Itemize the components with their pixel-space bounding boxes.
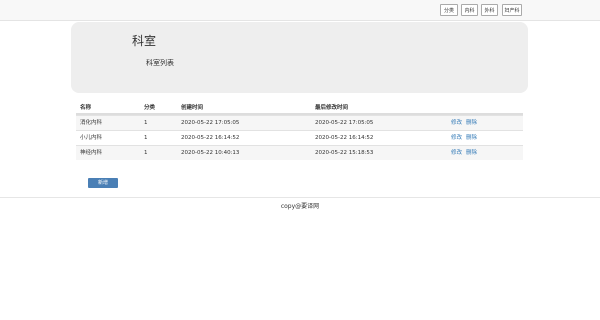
column-header-modified: 最后修改时间 (315, 105, 349, 111)
row-actions: 修改 删除 (451, 146, 481, 160)
footer-copyright: copy@要译网 (280, 203, 320, 210)
cell-category: 1 (144, 135, 148, 141)
cell-modified: 2020-05-22 17:05:05 (315, 120, 374, 126)
edit-link[interactable]: 修改 (451, 135, 462, 141)
delete-link[interactable]: 删除 (466, 150, 477, 156)
footer-divider (0, 197, 600, 198)
cell-name: 小儿内科 (80, 135, 103, 141)
cell-created: 2020-05-22 16:14:52 (181, 135, 240, 141)
table-row: 消化内科 1 2020-05-22 17:05:05 2020-05-22 17… (76, 115, 523, 130)
delete-link[interactable]: 删除 (466, 120, 477, 126)
cell-modified: 2020-05-22 16:14:52 (315, 135, 374, 141)
edit-link[interactable]: 修改 (451, 120, 462, 126)
table-header-row: 名称 分类 创建时间 最后修改时间 (76, 101, 523, 115)
delete-link[interactable]: 删除 (466, 135, 477, 141)
add-department-button[interactable]: 新增 (88, 178, 118, 188)
table-row: 小儿内科 1 2020-05-22 16:14:52 2020-05-22 16… (76, 130, 523, 145)
nav-button-surgery[interactable]: 外科 (481, 4, 498, 16)
column-header-category: 分类 (144, 105, 156, 111)
edit-link[interactable]: 修改 (451, 150, 462, 156)
cell-category: 1 (144, 120, 148, 126)
cell-name: 神经内科 (80, 150, 103, 156)
top-navbar: 分类 内科 外科 妇产科 (0, 0, 600, 21)
cell-category: 1 (144, 150, 148, 156)
column-header-created: 创建时间 (181, 105, 204, 111)
page-subtitle: 科室列表 (146, 59, 174, 67)
cell-created: 2020-05-22 17:05:05 (181, 120, 240, 126)
row-actions: 修改 删除 (451, 116, 481, 130)
row-actions: 修改 删除 (451, 131, 481, 145)
nav-button-obstetrics[interactable]: 妇产科 (502, 4, 522, 16)
header-panel: 科室 科室列表 (71, 22, 528, 93)
table-row: 神经内科 1 2020-05-22 10:40:13 2020-05-22 15… (76, 145, 523, 160)
cell-modified: 2020-05-22 15:18:53 (315, 150, 374, 156)
department-table: 名称 分类 创建时间 最后修改时间 消化内科 1 2020-05-22 17:0… (76, 101, 523, 160)
cell-name: 消化内科 (80, 120, 103, 126)
nav-button-category[interactable]: 分类 (440, 4, 458, 16)
column-header-name: 名称 (80, 105, 92, 111)
nav-button-internal-medicine[interactable]: 内科 (461, 4, 478, 16)
cell-created: 2020-05-22 10:40:13 (181, 150, 240, 156)
page-title: 科室 (132, 34, 157, 48)
